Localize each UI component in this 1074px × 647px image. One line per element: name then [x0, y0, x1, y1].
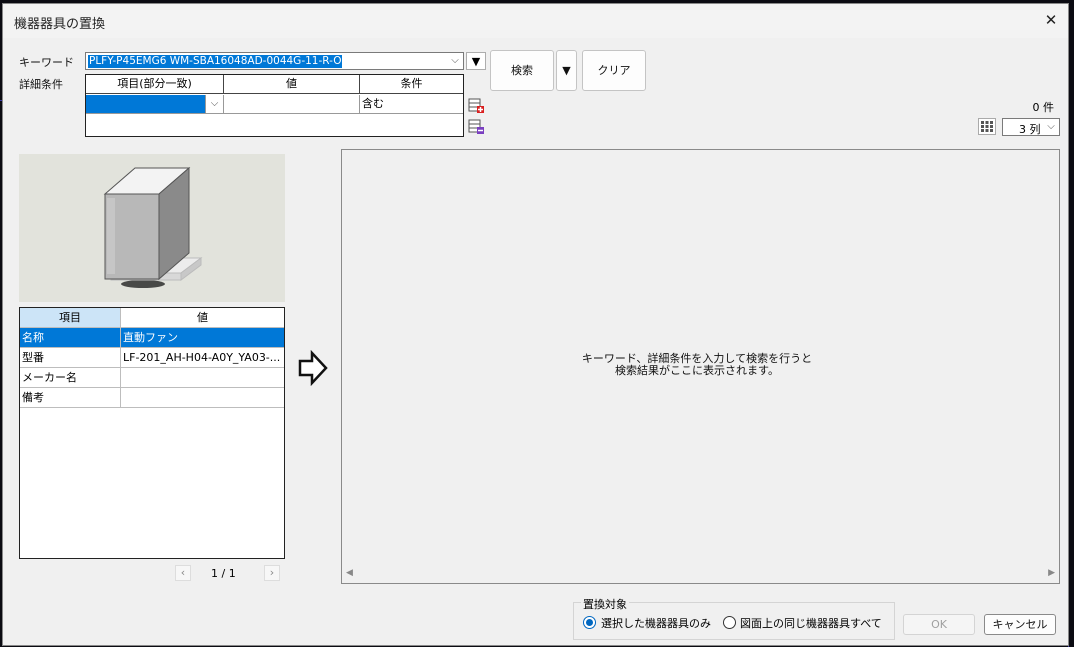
replace-equipment-dialog: 機器器具の置換 ✕ キーワード PLFY-P45EMG6 WM-SBA16048…: [2, 3, 1069, 646]
condition-type-text: 含む: [362, 97, 384, 110]
horizontal-scrollbar[interactable]: ◀ ▶: [343, 568, 1058, 582]
cancel-button-label: キャンセル: [992, 618, 1048, 631]
condition-type-cell[interactable]: 含む: [360, 95, 463, 114]
columns-value: 3 列: [1019, 123, 1041, 136]
property-value: LF-201_AH-H04-A0Y_YA03-...: [121, 348, 284, 368]
ok-button-label: OK: [931, 618, 947, 631]
equipment-preview-image: [19, 154, 285, 302]
ok-button[interactable]: OK: [903, 614, 975, 635]
radio-selected-only[interactable]: [583, 616, 596, 629]
remove-row-icon[interactable]: [468, 118, 485, 135]
property-item: メーカー名: [20, 368, 121, 388]
replace-target-label: 置換対象: [581, 596, 629, 612]
empty-message-line2: 検索結果がここに表示されます。: [615, 364, 779, 377]
detail-conditions-table: 項目(部分一致) 値 条件 ⌵ 含む: [85, 74, 464, 137]
radio-all-same[interactable]: [723, 616, 736, 629]
property-item: 備考: [20, 388, 121, 408]
chevron-down-icon[interactable]: ⌵: [205, 95, 223, 113]
columns-select[interactable]: 3 列 ⌵: [1002, 118, 1060, 136]
property-item: 名称: [20, 328, 121, 348]
grid-icon[interactable]: [978, 118, 996, 135]
properties-table: 項目 値 名称 直動ファン 型番 LF-201_AH-H04-A0Y_YA03-…: [19, 307, 285, 559]
chevron-right-icon[interactable]: ›: [264, 565, 280, 581]
column-header-item: 項目(部分一致): [86, 75, 224, 94]
arrow-right-icon: [297, 349, 329, 387]
chevron-down-icon[interactable]: ⌵: [1044, 119, 1058, 135]
dialog-title: 機器器具の置換: [14, 17, 106, 32]
column-header-value: 値: [224, 75, 360, 94]
cancel-button[interactable]: キャンセル: [984, 614, 1056, 635]
triangle-down-icon: ▼: [471, 55, 481, 68]
property-value: [121, 388, 284, 408]
detail-conditions-label: 詳細条件: [19, 78, 63, 91]
keyword-label: キーワード: [19, 56, 74, 69]
table-row[interactable]: 型番 LF-201_AH-H04-A0Y_YA03-...: [20, 348, 284, 368]
close-icon[interactable]: ✕: [1040, 9, 1062, 31]
property-value: 直動ファン: [121, 328, 284, 348]
triangle-down-icon: ▼: [562, 64, 571, 77]
add-row-icon[interactable]: [468, 97, 485, 114]
scroll-left-icon[interactable]: ◀: [346, 568, 353, 578]
search-button-label: 検索: [511, 64, 533, 77]
chevron-left-icon[interactable]: ‹: [175, 565, 191, 581]
keyword-history-button[interactable]: ▼: [466, 52, 486, 70]
page-indicator: 1 / 1: [211, 567, 236, 580]
keyword-combobox[interactable]: PLFY-P45EMG6 WM-SBA16048AD-0044G-11-R-O …: [85, 52, 464, 70]
property-value: [121, 368, 284, 388]
radio-all-same-label[interactable]: 図面上の同じ機器器具すべて: [740, 615, 882, 631]
result-count: 0 件: [1032, 101, 1055, 114]
empty-results-message: キーワード、詳細条件を入力して検索を行うと 検索結果がここに表示されます。: [342, 353, 1052, 377]
table-row[interactable]: 備考: [20, 388, 284, 408]
clear-button[interactable]: クリア: [582, 50, 646, 91]
title-bar: 機器器具の置換 ✕: [3, 4, 1068, 38]
properties-header-value: 値: [121, 308, 284, 328]
condition-value-cell[interactable]: [224, 95, 360, 114]
property-item: 型番: [20, 348, 121, 368]
column-header-condition: 条件: [360, 75, 463, 94]
radio-selected-only-label[interactable]: 選択した機器器具のみ: [601, 615, 711, 631]
search-options-button[interactable]: ▼: [556, 50, 577, 91]
condition-item-dropdown[interactable]: ⌵: [86, 95, 224, 114]
scroll-right-icon[interactable]: ▶: [1048, 568, 1055, 578]
properties-header: 項目 値: [20, 308, 284, 328]
keyword-input[interactable]: PLFY-P45EMG6 WM-SBA16048AD-0044G-11-R-O: [88, 55, 343, 68]
properties-header-item: 項目: [20, 308, 121, 328]
search-results-panel[interactable]: キーワード、詳細条件を入力して検索を行うと 検索結果がここに表示されます。 ◀ …: [341, 149, 1060, 584]
search-button[interactable]: 検索: [490, 50, 554, 91]
table-row[interactable]: メーカー名: [20, 368, 284, 388]
clear-button-label: クリア: [597, 64, 631, 77]
chevron-down-icon[interactable]: ⌵: [447, 53, 463, 69]
table-row[interactable]: 名称 直動ファン: [20, 328, 284, 348]
